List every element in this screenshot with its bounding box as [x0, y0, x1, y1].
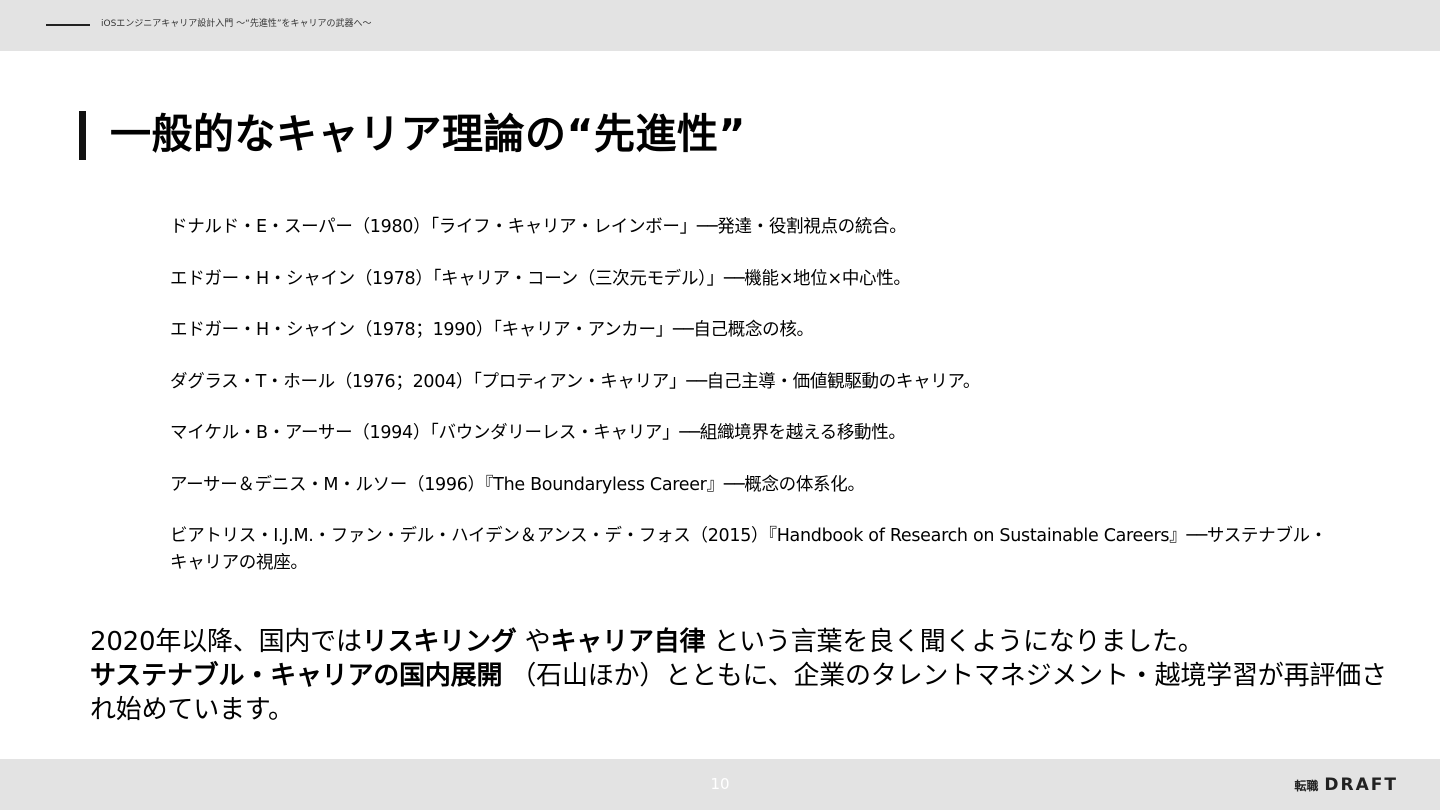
page-number: 10	[710, 775, 730, 793]
reference-item: ドナルド・E・スーパー（1980）「ライフ・キャリア・レインボー」──発達・役割…	[170, 217, 907, 237]
body-text: や	[516, 627, 551, 657]
brand-logo: 転職 DRAFT	[1294, 775, 1398, 795]
body-paragraph: 2020年以降、国内ではリスキリング やキャリア自律 という言葉を良く聞くように…	[90, 625, 1390, 727]
title-accent-bar	[79, 111, 86, 160]
reference-item: エドガー・H・シャイン（1978）「キャリア・コーン（三次元モデル）」──機能×…	[170, 268, 911, 289]
slide-footer: 10 転職 DRAFT	[0, 759, 1440, 810]
reference-list: ドナルド・E・スーパー（1980）「ライフ・キャリア・レインボー」──発達・役割…	[170, 214, 1330, 603]
reference-item: アーサー＆デニス・M・ルソー（1996）『The Boundaryless Ca…	[170, 474, 865, 495]
keyword-reskilling: リスキリング	[361, 627, 517, 657]
keyword-career-autonomy: キャリア自律	[550, 627, 706, 657]
reference-item: ビアトリス・I.J.M.・ファン・デル・ハイデン＆アンス・デ・フォス（2015）…	[170, 526, 1327, 573]
deck-title: iOSエンジニアキャリア設計入門 〜“先進性”をキャリアの武器へ〜	[101, 19, 372, 29]
body-text: という言葉を良く聞くようになりました。	[705, 627, 1204, 657]
logo-en-text: DRAFT	[1324, 775, 1398, 795]
reference-item: エドガー・H・シャイン（1978；1990）「キャリア・アンカー」──自己概念の…	[170, 320, 814, 340]
slide-header: iOSエンジニアキャリア設計入門 〜“先進性”をキャリアの武器へ〜	[0, 0, 1440, 51]
body-text: 2020年以降、国内では	[90, 627, 362, 657]
slide-title: 一般的なキャリア理論の“先進性”	[110, 110, 746, 158]
keyword-sustainable-career: サステナブル・キャリアの国内展開	[90, 661, 503, 691]
reference-item: ダグラス・T・ホール（1976；2004）「プロティアン・キャリア」──自己主導…	[170, 371, 981, 392]
reference-item: マイケル・B・アーサー（1994）「バウンダリーレス・キャリア」──組織境界を越…	[170, 423, 906, 443]
logo-jp-text: 転職	[1294, 779, 1319, 793]
header-rule	[46, 24, 90, 26]
